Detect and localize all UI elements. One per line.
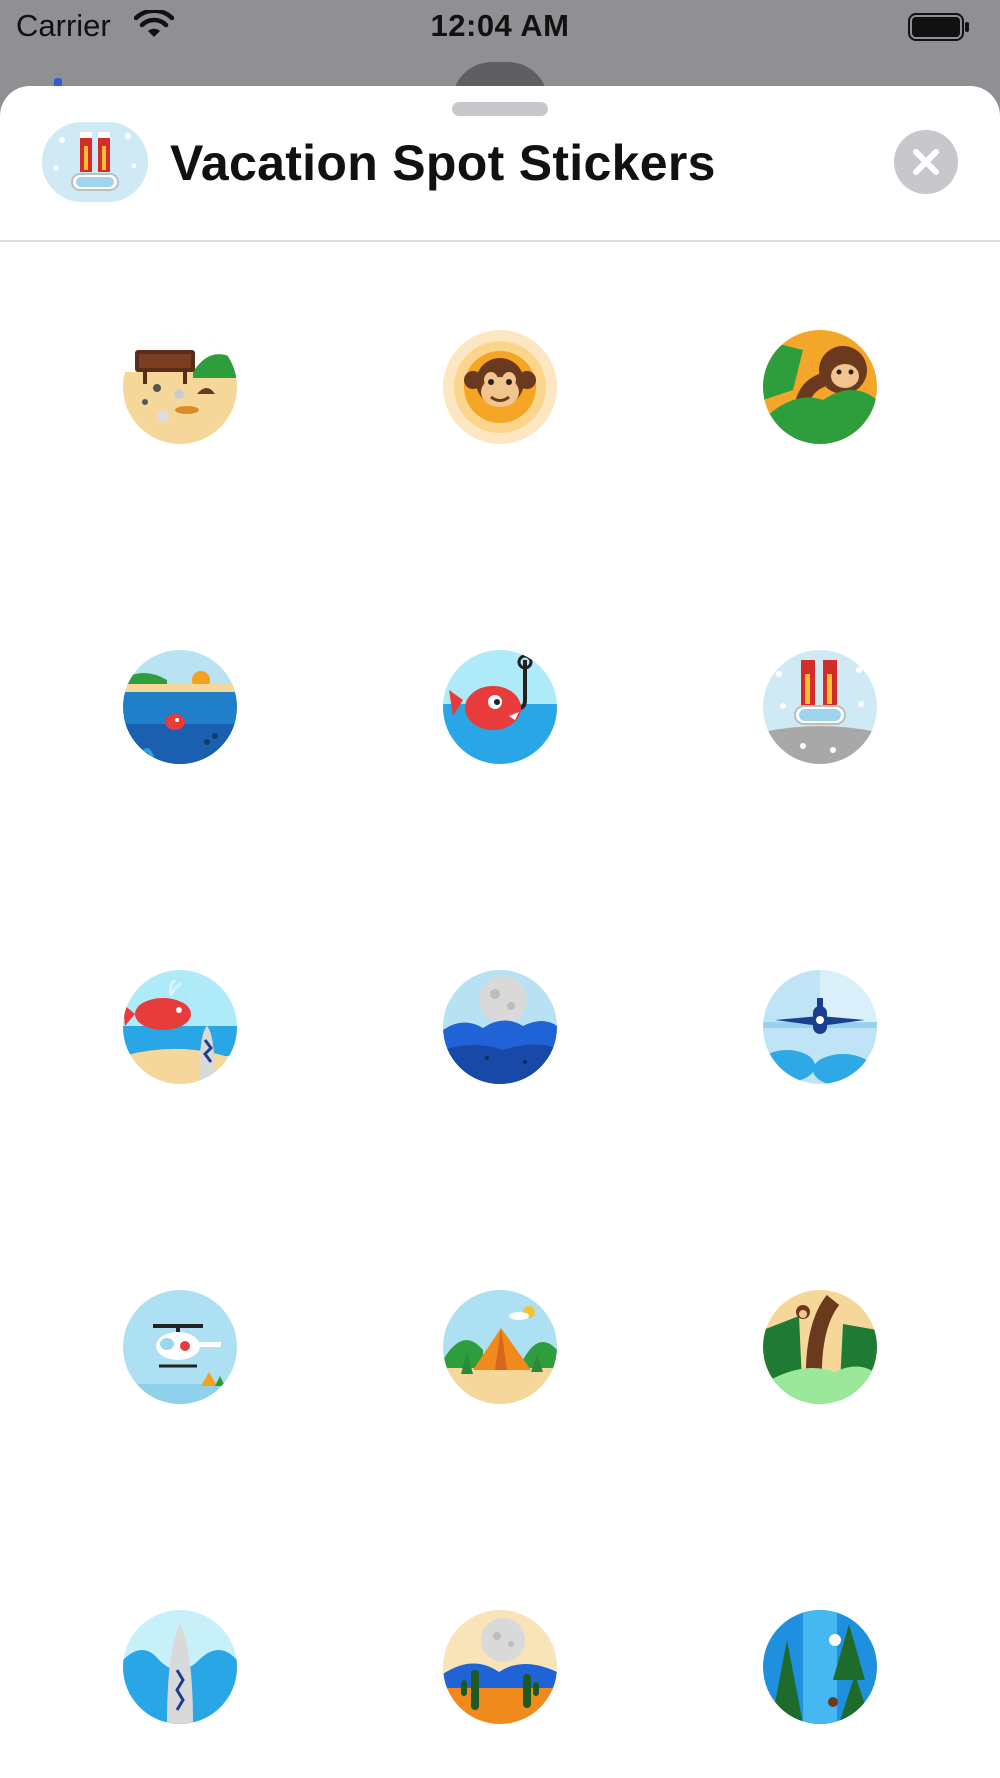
page-title: Vacation Spot Stickers — [170, 135, 716, 191]
camping-tent-sticker[interactable] — [443, 1290, 557, 1404]
desert-cactus-moon-sticker[interactable] — [443, 1610, 557, 1724]
moon-over-waves-sticker[interactable] — [443, 970, 557, 1084]
forbidden-area-sign-sticker[interactable] — [123, 330, 237, 444]
fish-on-hook-sticker[interactable] — [443, 650, 557, 764]
clock: 12:04 AM — [430, 8, 570, 43]
ski-goggles-sticker[interactable] — [763, 650, 877, 764]
monkey-in-jungle-sticker[interactable] — [763, 330, 877, 444]
forest-waterfall-sticker[interactable] — [763, 1610, 877, 1724]
surfboard-wave-sticker[interactable] — [123, 1610, 237, 1724]
sheet-grabber[interactable] — [452, 102, 548, 116]
status-bar: Carrier 12:04 AM — [0, 0, 1000, 58]
header-divider — [0, 240, 1000, 242]
close-button[interactable] — [894, 130, 958, 194]
jungle-tree-monkey-sticker[interactable] — [763, 1290, 877, 1404]
close-icon — [913, 149, 939, 175]
helicopter-sticker[interactable] — [123, 1290, 237, 1404]
whale-and-surfboard-sticker[interactable] — [123, 970, 237, 1084]
monkey-face-sticker[interactable] — [443, 330, 557, 444]
airplane-in-clouds-sticker[interactable] — [763, 970, 877, 1084]
underwater-fish-sticker[interactable] — [123, 650, 237, 764]
sticker-sheet: Vacation Spot Stickers — [0, 86, 1000, 1778]
ski-goggles-icon — [42, 122, 148, 202]
battery-icon — [908, 13, 970, 41]
